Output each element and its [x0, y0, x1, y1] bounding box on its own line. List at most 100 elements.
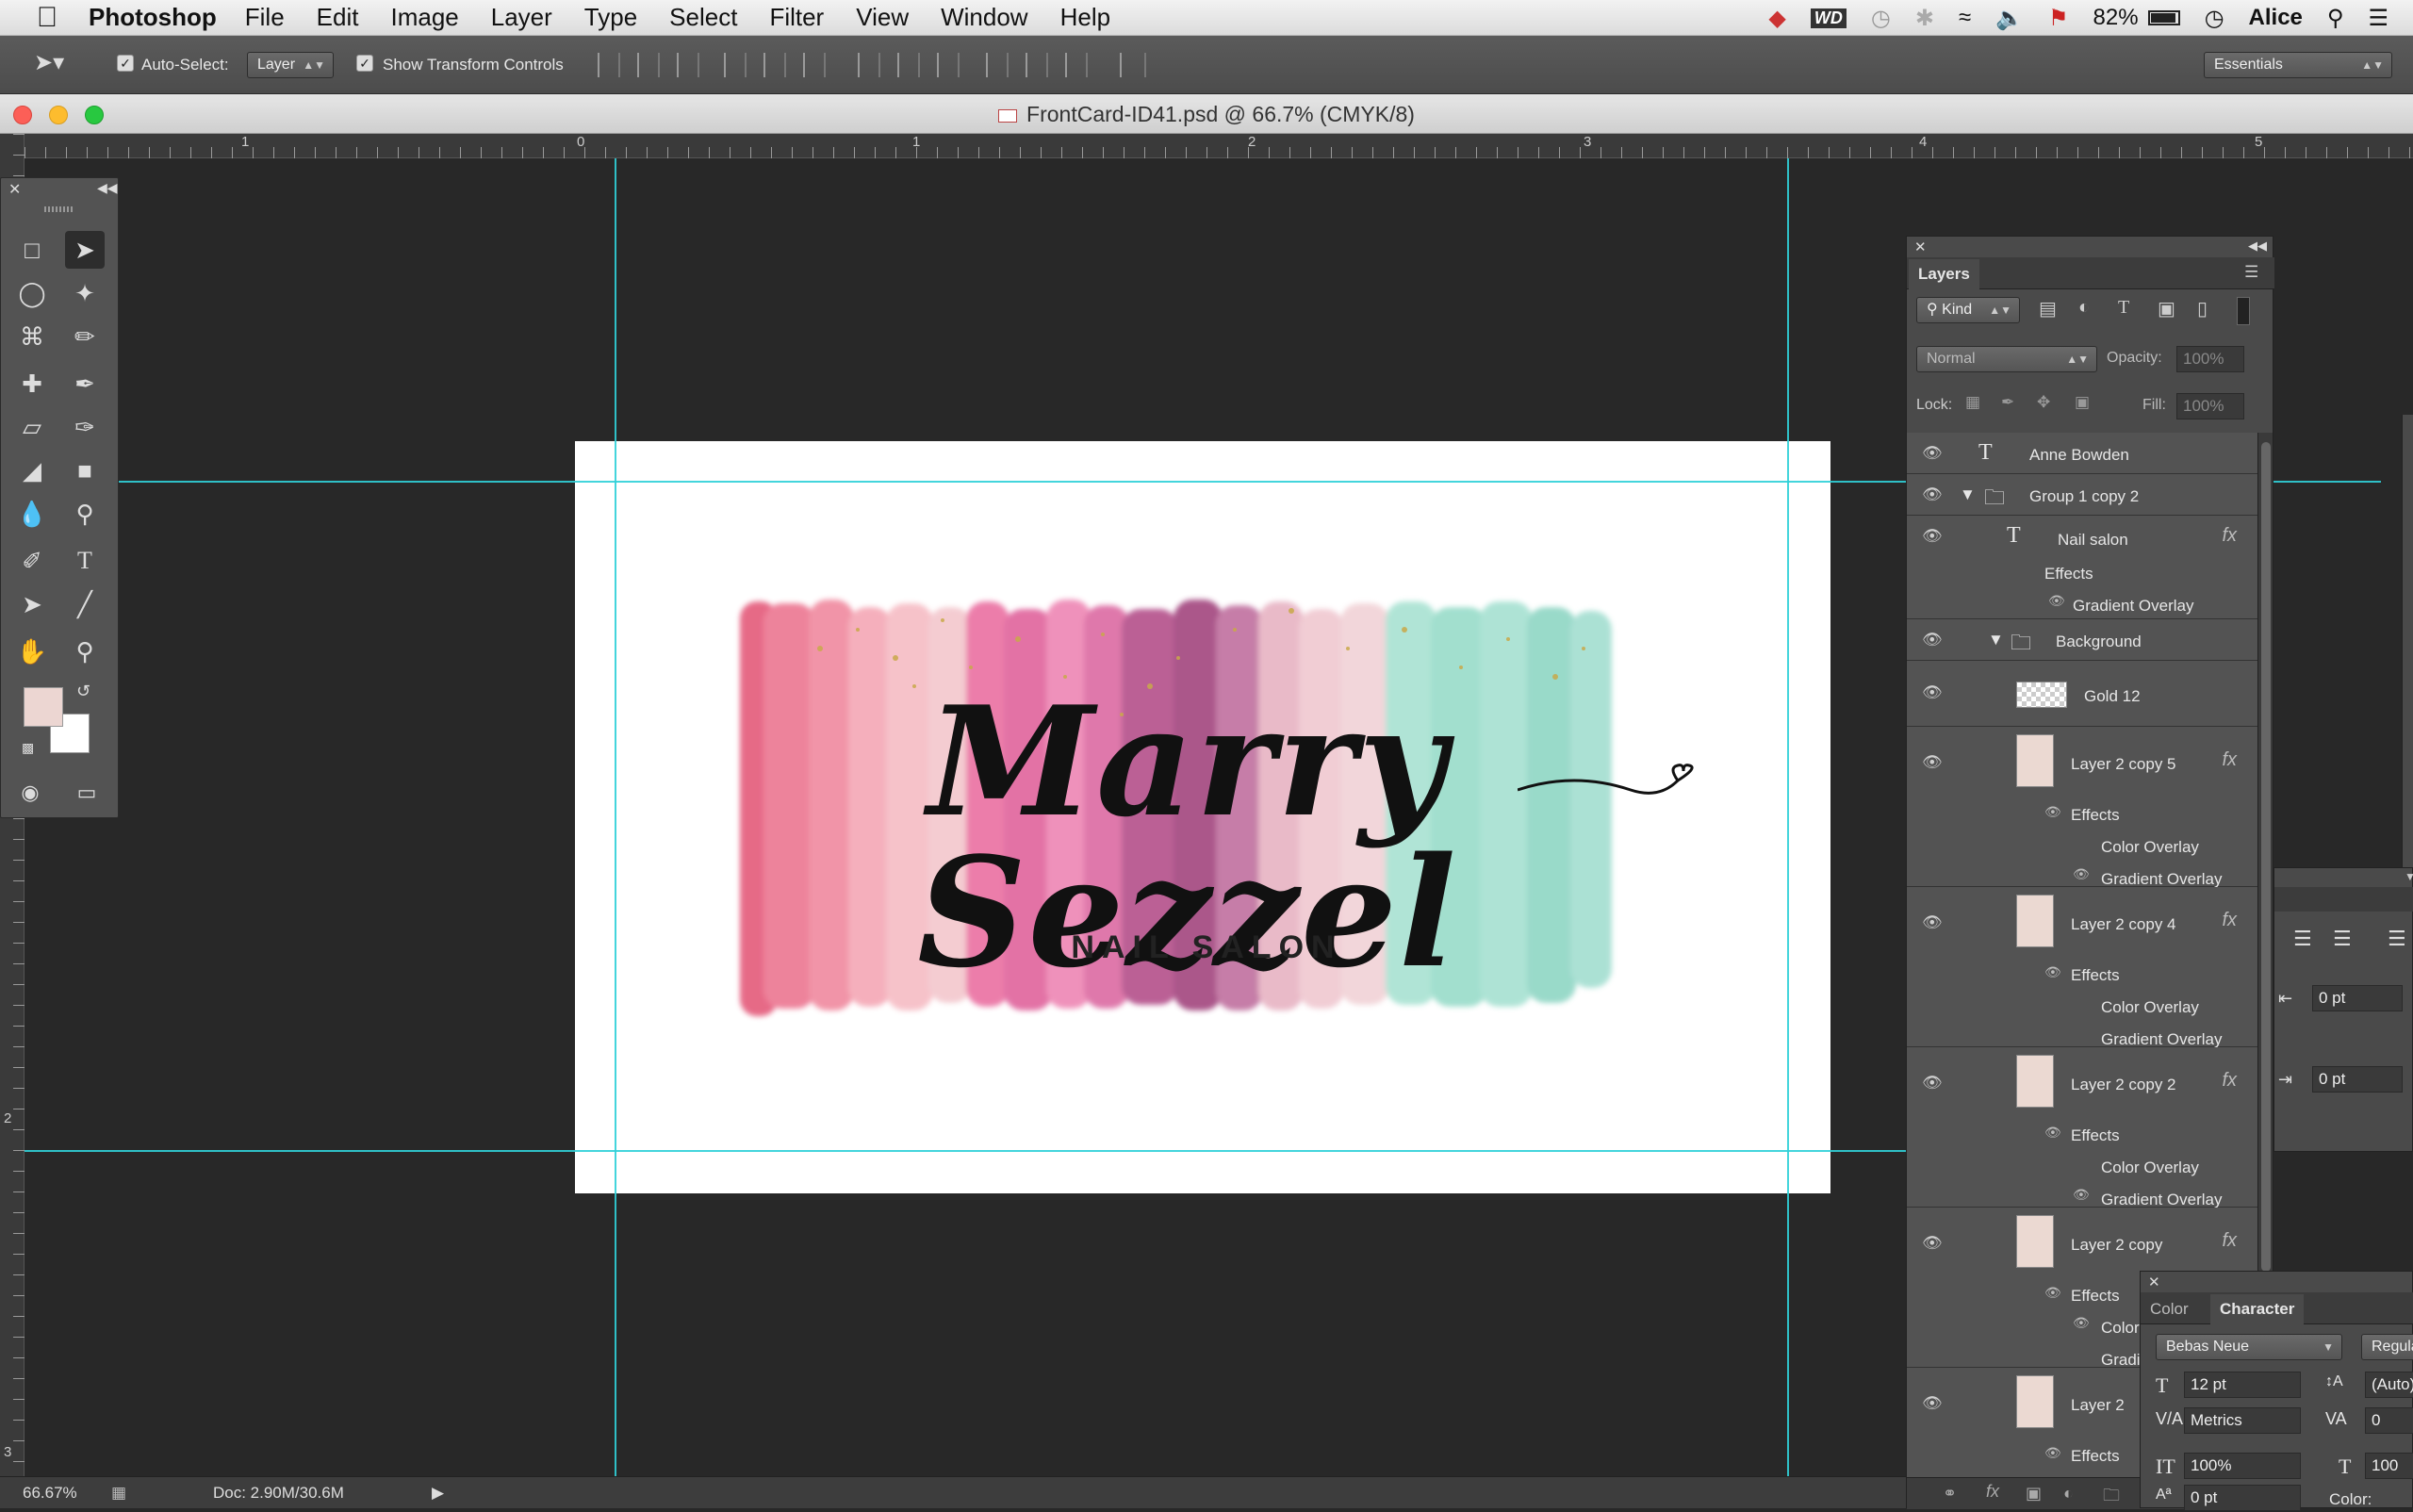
panel-grip[interactable] [44, 206, 74, 212]
battery-percent[interactable]: 82% [2093, 5, 2139, 31]
fx-icon[interactable]: fx [2222, 910, 2237, 931]
screen-mode-icon[interactable]: ▭ [67, 774, 107, 812]
marquee-tool-icon[interactable]: □ [12, 231, 52, 269]
user-name[interactable]: Alice [2249, 5, 2303, 31]
collapse-panel-icon[interactable]: ▼ [2405, 870, 2413, 883]
fx-icon[interactable]: fx [2222, 749, 2237, 771]
vertical-scale-field[interactable]: 100% [2184, 1453, 2301, 1479]
filter-type-icon[interactable]: T [2118, 297, 2129, 319]
crop-tool-icon[interactable]: ⌘ [12, 318, 52, 355]
visibility-eye-icon[interactable]: 👁 [1922, 444, 1943, 463]
fx-icon[interactable]: fx [2222, 525, 2237, 547]
indent-left-icon[interactable]: ⇤ [2278, 989, 2292, 1009]
layer-row[interactable]: 👁 Layer 2 copy 2 fx 👁 Effects Color Over… [1907, 1047, 2257, 1208]
add-style-icon[interactable]: fx [1986, 1482, 1999, 1502]
layer-row[interactable]: 👁 T Nail salon fx Effects 👁 Gradient Ove… [1907, 516, 2257, 619]
font-family-dropdown[interactable]: Bebas Neue ▼ [2156, 1334, 2342, 1360]
distribute-top-icon[interactable] [858, 53, 880, 77]
layer-row[interactable]: 👁 ▼ 🗀 Background [1907, 619, 2257, 661]
filter-smart-object-icon[interactable]: ▯ [2197, 297, 2208, 320]
filter-kind-dropdown[interactable]: ⚲ Kind ▲▼ [1916, 297, 2020, 323]
leading-field[interactable]: (Auto) [2365, 1372, 2413, 1398]
align-bottom-icon[interactable] [677, 53, 699, 77]
effect-eye-icon[interactable]: 👁 [2073, 1315, 2090, 1331]
notification-center-icon[interactable]: ☰ [2368, 5, 2388, 32]
tab-color[interactable]: Color [2150, 1300, 2189, 1319]
guide-vertical[interactable] [615, 158, 616, 1476]
bluetooth-icon[interactable]: ✱ [1915, 5, 1934, 32]
visibility-eye-icon[interactable]: 👁 [1922, 1074, 1943, 1093]
font-style-dropdown[interactable]: Regula [2361, 1334, 2413, 1360]
indent-first-line-icon[interactable]: ⇥ [2278, 1070, 2292, 1090]
distribute-right-icon[interactable] [1065, 53, 1088, 77]
line-tool-icon[interactable]: ╱ [65, 585, 105, 623]
brush-tool-icon[interactable]: ✒ [65, 365, 105, 403]
zoom-level[interactable]: 66.67% [23, 1477, 77, 1509]
menu-layer[interactable]: Layer [491, 3, 552, 32]
gradient-tool-icon[interactable]: ■ [65, 452, 105, 489]
visibility-eye-icon[interactable]: 👁 [1922, 485, 1943, 504]
time-machine-icon[interactable]: ◷ [1871, 5, 1891, 32]
expand-group-icon[interactable]: ▼ [1988, 631, 2004, 649]
wd-icon[interactable]: WD [1810, 8, 1847, 28]
close-panel-icon[interactable]: ✕ [8, 180, 21, 199]
distribute-vcenter-icon[interactable] [897, 53, 920, 77]
move-tool-icon[interactable]: ➤ [65, 231, 105, 269]
workspace-dropdown[interactable]: Essentials ▲▼ [2204, 52, 2392, 78]
visibility-eye-icon[interactable]: 👁 [1922, 631, 1943, 649]
fill-field[interactable]: 100% [2176, 393, 2244, 419]
transform-controls-checkbox[interactable]: ✓ [356, 55, 373, 72]
auto-select-checkbox[interactable]: ✓ [117, 55, 134, 72]
menu-window[interactable]: Window [941, 3, 1027, 32]
quick-mask-icon[interactable]: ◉ [10, 774, 50, 812]
align-center-text-icon[interactable]: ☰ [2333, 927, 2352, 951]
hand-tool-icon[interactable]: ✋ [12, 633, 52, 670]
effect-eye-icon[interactable]: 👁 [2073, 866, 2090, 882]
battery-icon[interactable] [2147, 10, 2180, 25]
align-hcenter-icon[interactable] [763, 53, 786, 77]
close-window-button[interactable] [13, 106, 32, 124]
layer-row[interactable]: 👁 ▼ 🗀 Group 1 copy 2 [1907, 474, 2257, 516]
menu-help[interactable]: Help [1060, 3, 1110, 32]
scrollbar-thumb[interactable] [2261, 442, 2271, 1272]
default-colors-icon[interactable]: ▩ [22, 740, 34, 756]
guide-vertical[interactable] [1787, 158, 1789, 1476]
align-right-text-icon[interactable]: ☰ [2388, 927, 2406, 951]
dodge-tool-icon[interactable]: ⚲ [65, 495, 105, 533]
layer-row[interactable]: 👁 T Anne Bowden [1907, 433, 2257, 474]
eraser-tool-icon[interactable]: ◢ [12, 452, 52, 489]
horizontal-ruler[interactable]: 1 0 1 2 3 4 5 [25, 134, 2413, 158]
move-tool-preset-icon[interactable]: ➤▾ [34, 49, 64, 76]
auto-select-dropdown[interactable]: Layer ▲▼ [247, 52, 334, 78]
close-panel-icon[interactable]: ✕ [2148, 1274, 2160, 1290]
panel-menu-icon[interactable]: ☰ [2244, 263, 2258, 282]
volume-icon[interactable]: 🔈 [1995, 5, 2024, 32]
lock-position-icon[interactable]: ✥ [2037, 393, 2050, 412]
collapse-panel-icon[interactable]: ◀◀ [97, 180, 118, 196]
indent-left-field[interactable]: 0 pt [2312, 985, 2403, 1011]
blend-mode-dropdown[interactable]: Normal ▲▼ [1916, 346, 2097, 372]
link-layers-icon[interactable]: ⚭ [1943, 1484, 1957, 1504]
effect-eye-icon[interactable]: 👁 [2044, 1125, 2061, 1141]
menu-select[interactable]: Select [669, 3, 737, 32]
wifi-icon[interactable]: ≈ [1959, 5, 1971, 31]
fx-icon[interactable]: fx [2222, 1230, 2237, 1252]
tracking-field[interactable]: 0 [2365, 1407, 2413, 1434]
effect-eye-icon[interactable]: 👁 [2073, 1187, 2090, 1203]
history-brush-tool-icon[interactable]: ✑ [65, 408, 105, 446]
layer-row[interactable]: 👁 Layer 2 copy 5 fx 👁 Effects Color Over… [1907, 727, 2257, 888]
effect-eye-icon[interactable]: 👁 [2048, 593, 2065, 609]
document-canvas[interactable]: Marry Sezzel NAIL SALON [575, 441, 1830, 1193]
auto-align-icon[interactable] [1120, 53, 1146, 77]
visibility-eye-icon[interactable]: 👁 [1922, 1234, 1943, 1253]
layer-row[interactable]: 👁 Gold 12 [1907, 661, 2257, 727]
zoom-window-button[interactable] [85, 106, 104, 124]
filter-pixel-icon[interactable]: ▤ [2039, 297, 2057, 320]
menu-image[interactable]: Image [390, 3, 458, 32]
expand-group-icon[interactable]: ▼ [1960, 485, 1976, 504]
foreground-color-swatch[interactable] [24, 687, 63, 727]
visibility-eye-icon[interactable]: 👁 [1922, 753, 1943, 772]
flag-icon[interactable]: ⚑ [2048, 5, 2069, 32]
align-left-text-icon[interactable]: ☰ [2293, 927, 2312, 951]
align-right-icon[interactable] [803, 53, 826, 77]
